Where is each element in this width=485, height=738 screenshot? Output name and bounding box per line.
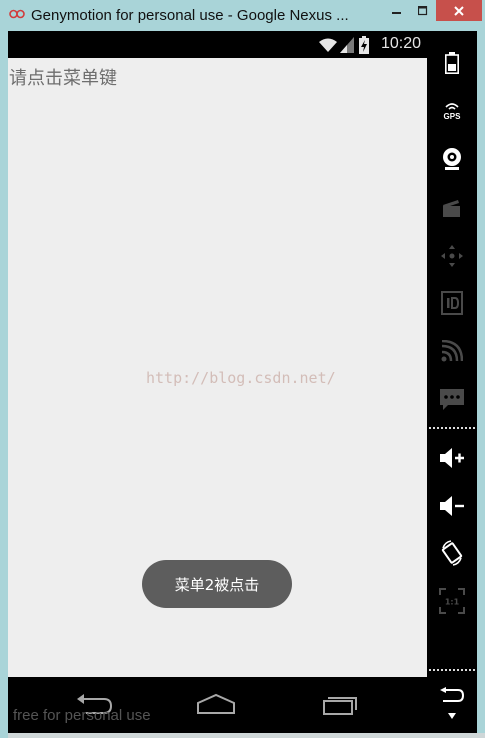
status-time: 10:20 — [380, 35, 421, 52]
pixel-perfect-tool[interactable]: 1:1 — [427, 579, 477, 623]
hint-text: 请点击菜单键 — [9, 68, 117, 89]
window-bottom-strip — [8, 733, 485, 738]
minimize-icon — [392, 11, 401, 14]
close-icon — [454, 5, 464, 16]
genymotion-toolbar: GPS 1:1 — [427, 31, 477, 733]
scroll-down-tool[interactable] — [427, 703, 477, 729]
battery-tool[interactable] — [427, 41, 477, 85]
rotate-tool[interactable] — [427, 531, 477, 575]
app-content[interactable]: 请点击菜单键 http://blog.csdn.net/ 菜单2被点击 — [8, 58, 427, 677]
close-button[interactable] — [436, 0, 482, 21]
android-nav-bar: free for personal use — [8, 677, 427, 733]
pixel-perfect-icon: 1:1 — [439, 588, 465, 614]
nav-home-button[interactable] — [194, 689, 238, 719]
toolbar-separator — [429, 669, 475, 671]
sms-tool[interactable] — [427, 378, 477, 422]
window-title: Genymotion for personal use - Google Nex… — [31, 7, 349, 24]
dpad-icon — [441, 245, 463, 267]
battery-charging-icon — [359, 36, 369, 54]
device-id-tool[interactable] — [427, 281, 477, 325]
webcam-tool[interactable] — [427, 137, 477, 181]
video-capture-tool[interactable] — [427, 186, 477, 230]
scroll-down-icon — [448, 713, 456, 719]
maximize-button[interactable] — [410, 0, 436, 21]
volume-down-tool[interactable] — [427, 484, 477, 528]
gps-icon — [445, 102, 459, 110]
signal-icon — [340, 37, 354, 53]
free-for-personal-use-text: free for personal use — [13, 707, 151, 724]
maximize-icon — [418, 5, 428, 15]
volume-up-icon — [440, 448, 464, 468]
back-icon — [440, 687, 465, 702]
gps-tool[interactable]: GPS — [427, 89, 477, 133]
minimize-button[interactable] — [384, 0, 410, 21]
pixel-perfect-label: 1:1 — [445, 598, 460, 607]
webcam-icon — [443, 148, 461, 170]
genymotion-logo-icon — [9, 9, 25, 19]
cast-icon — [441, 340, 463, 362]
toolbar-separator — [429, 427, 475, 429]
window-titlebar: Genymotion for personal use - Google Nex… — [0, 0, 485, 31]
device-id-icon — [441, 291, 463, 315]
toast-message: 菜单2被点击 — [142, 560, 292, 608]
volume-up-tool[interactable] — [427, 436, 477, 480]
nav-recent-apps-button[interactable] — [318, 689, 362, 719]
sms-icon — [440, 389, 464, 410]
recent-apps-icon — [323, 697, 357, 715]
watermark-text: http://blog.csdn.net/ — [146, 369, 336, 387]
video-capture-icon — [443, 200, 460, 217]
cast-tool[interactable] — [427, 329, 477, 373]
device-screen[interactable]: 10:20 请点击菜单键 http://blog.csdn.net/ 菜单2被点… — [8, 31, 427, 733]
gps-label: GPS — [443, 111, 461, 121]
dpad-tool[interactable] — [427, 234, 477, 278]
android-status-bar: 10:20 — [8, 31, 427, 58]
rotate-icon — [441, 540, 463, 566]
battery-icon — [445, 52, 459, 74]
home-icon — [197, 693, 235, 714]
volume-down-icon — [440, 496, 464, 516]
wifi-icon — [319, 38, 337, 52]
